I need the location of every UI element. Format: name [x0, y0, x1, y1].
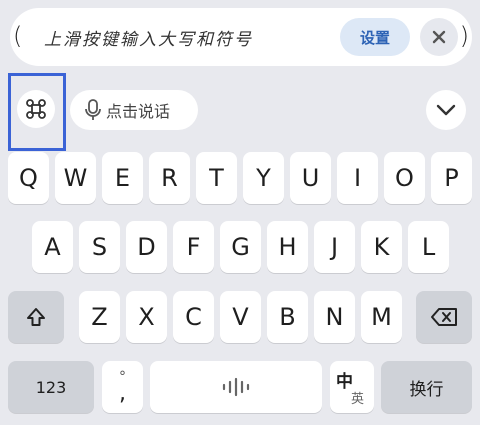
collapse-keyboard-button[interactable] — [426, 90, 466, 130]
punctuation-key[interactable]: ° , — [102, 361, 143, 413]
space-key[interactable] — [150, 361, 322, 413]
language-english-label: 英 — [351, 392, 365, 407]
close-hint-button[interactable] — [420, 18, 458, 56]
key-b[interactable]: B — [267, 291, 308, 343]
key-n[interactable]: N — [314, 291, 355, 343]
key-g[interactable]: G — [220, 221, 261, 273]
key-k[interactable]: K — [361, 221, 402, 273]
language-switch-key[interactable]: 中 英 — [330, 361, 374, 413]
apps-button[interactable] — [17, 90, 55, 128]
backspace-icon — [431, 308, 457, 326]
key-u[interactable]: U — [290, 152, 331, 204]
key-o[interactable]: O — [384, 152, 425, 204]
key-c[interactable]: C — [173, 291, 214, 343]
key-v[interactable]: V — [220, 291, 261, 343]
voice-wave-icon — [222, 377, 250, 397]
numbers-key[interactable]: 123 — [8, 361, 94, 413]
key-y[interactable]: Y — [243, 152, 284, 204]
punctuation-bottom: , — [119, 381, 126, 406]
hint-right-paren: ) — [459, 22, 469, 50]
key-x[interactable]: X — [126, 291, 167, 343]
key-f[interactable]: F — [173, 221, 214, 273]
shift-icon — [27, 308, 45, 326]
close-icon — [432, 30, 446, 44]
settings-button[interactable]: 设置 — [340, 18, 410, 56]
hint-left-paren: ( — [13, 22, 23, 50]
hint-bar: ( 上滑按键输入大写和符号 设置 ) — [10, 8, 472, 66]
key-s[interactable]: S — [79, 221, 120, 273]
microphone-icon — [85, 99, 101, 120]
key-d[interactable]: D — [126, 221, 167, 273]
key-l[interactable]: L — [408, 221, 449, 273]
key-w[interactable]: W — [55, 152, 96, 204]
shift-key[interactable] — [8, 291, 64, 343]
key-p[interactable]: P — [431, 152, 472, 204]
key-j[interactable]: J — [314, 221, 355, 273]
backspace-key[interactable] — [416, 291, 472, 343]
key-e[interactable]: E — [102, 152, 143, 204]
key-q[interactable]: Q — [8, 152, 49, 204]
key-m[interactable]: M — [361, 291, 402, 343]
key-a[interactable]: A — [32, 221, 73, 273]
key-t[interactable]: T — [196, 152, 237, 204]
voice-input-label: 点击说话 — [106, 102, 171, 121]
voice-input-button[interactable]: 点击说话 — [70, 90, 198, 130]
chevron-down-icon — [436, 104, 456, 116]
hint-text: 上滑按键输入大写和符号 — [44, 30, 253, 50]
key-z[interactable]: Z — [79, 291, 120, 343]
key-i[interactable]: I — [337, 152, 378, 204]
command-icon — [26, 99, 46, 119]
key-r[interactable]: R — [149, 152, 190, 204]
enter-key[interactable]: 换行 — [381, 361, 472, 413]
key-h[interactable]: H — [267, 221, 308, 273]
